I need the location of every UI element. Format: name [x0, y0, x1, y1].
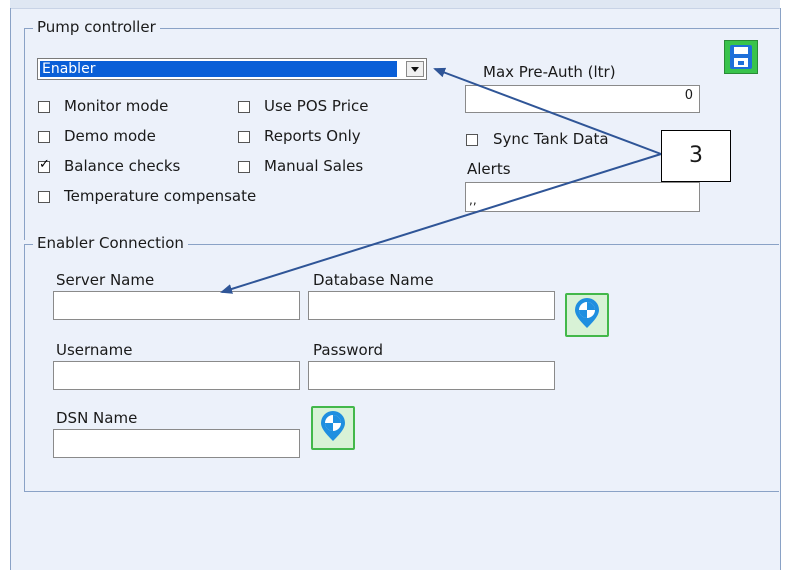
annotation-callout: 3	[661, 130, 731, 182]
pump-controller-legend: Pump controller	[33, 18, 160, 36]
server-name-label: Server Name	[56, 271, 155, 289]
monitor-mode-label: Monitor mode	[64, 97, 169, 115]
use-pos-price-checkbox[interactable]	[238, 101, 250, 113]
max-preauth-value: 0	[684, 88, 693, 103]
dropdown-button[interactable]	[406, 61, 424, 77]
max-preauth-label: Max Pre-Auth (ltr)	[483, 63, 616, 81]
max-preauth-input[interactable]: 0	[465, 85, 700, 113]
pump-controller-left-border	[24, 28, 25, 240]
temperature-compensate-label: Temperature compensate	[64, 187, 257, 205]
sync-tank-data-label: Sync Tank Data	[493, 130, 609, 148]
check-mark-icon: ✓	[39, 157, 50, 172]
username-label: Username	[56, 341, 133, 359]
floppy-disk-icon	[730, 45, 752, 69]
save-button[interactable]	[724, 40, 758, 74]
globe-pin-icon	[575, 298, 599, 328]
controller-select-value: Enabler	[40, 61, 397, 77]
enabler-connection-bottom-border	[24, 491, 779, 492]
monitor-mode-checkbox[interactable]	[38, 101, 50, 113]
alerts-input[interactable]: ,,	[465, 182, 700, 212]
enabler-connection-legend: Enabler Connection	[33, 234, 188, 252]
reports-only-label: Reports Only	[264, 127, 361, 145]
password-input[interactable]	[308, 361, 555, 390]
dsn-name-label: DSN Name	[56, 409, 138, 427]
alerts-label: Alerts	[467, 160, 511, 178]
password-label: Password	[313, 341, 384, 359]
server-name-input[interactable]	[53, 291, 300, 320]
chevron-down-icon	[411, 67, 419, 72]
alerts-value: ,,	[469, 193, 477, 207]
database-name-input[interactable]	[308, 291, 555, 320]
username-input[interactable]	[53, 361, 300, 390]
database-name-label: Database Name	[313, 271, 434, 289]
balance-checks-label: Balance checks	[64, 157, 181, 175]
sync-tank-data-checkbox[interactable]	[466, 134, 478, 146]
demo-mode-label: Demo mode	[64, 127, 156, 145]
test-dsn-connection-button[interactable]	[311, 406, 355, 450]
test-database-connection-button[interactable]	[565, 293, 609, 337]
enabler-connection-left-border	[24, 244, 25, 491]
manual-sales-label: Manual Sales	[264, 157, 364, 175]
dsn-name-input[interactable]	[53, 429, 300, 458]
reports-only-checkbox[interactable]	[238, 131, 250, 143]
use-pos-price-label: Use POS Price	[264, 97, 369, 115]
temperature-compensate-checkbox[interactable]	[38, 191, 50, 203]
balance-checks-checkbox[interactable]: ✓	[38, 157, 50, 173]
controller-select[interactable]: Enabler	[37, 58, 427, 80]
manual-sales-checkbox[interactable]	[238, 161, 250, 173]
globe-pin-icon	[321, 411, 345, 441]
demo-mode-checkbox[interactable]	[38, 131, 50, 143]
